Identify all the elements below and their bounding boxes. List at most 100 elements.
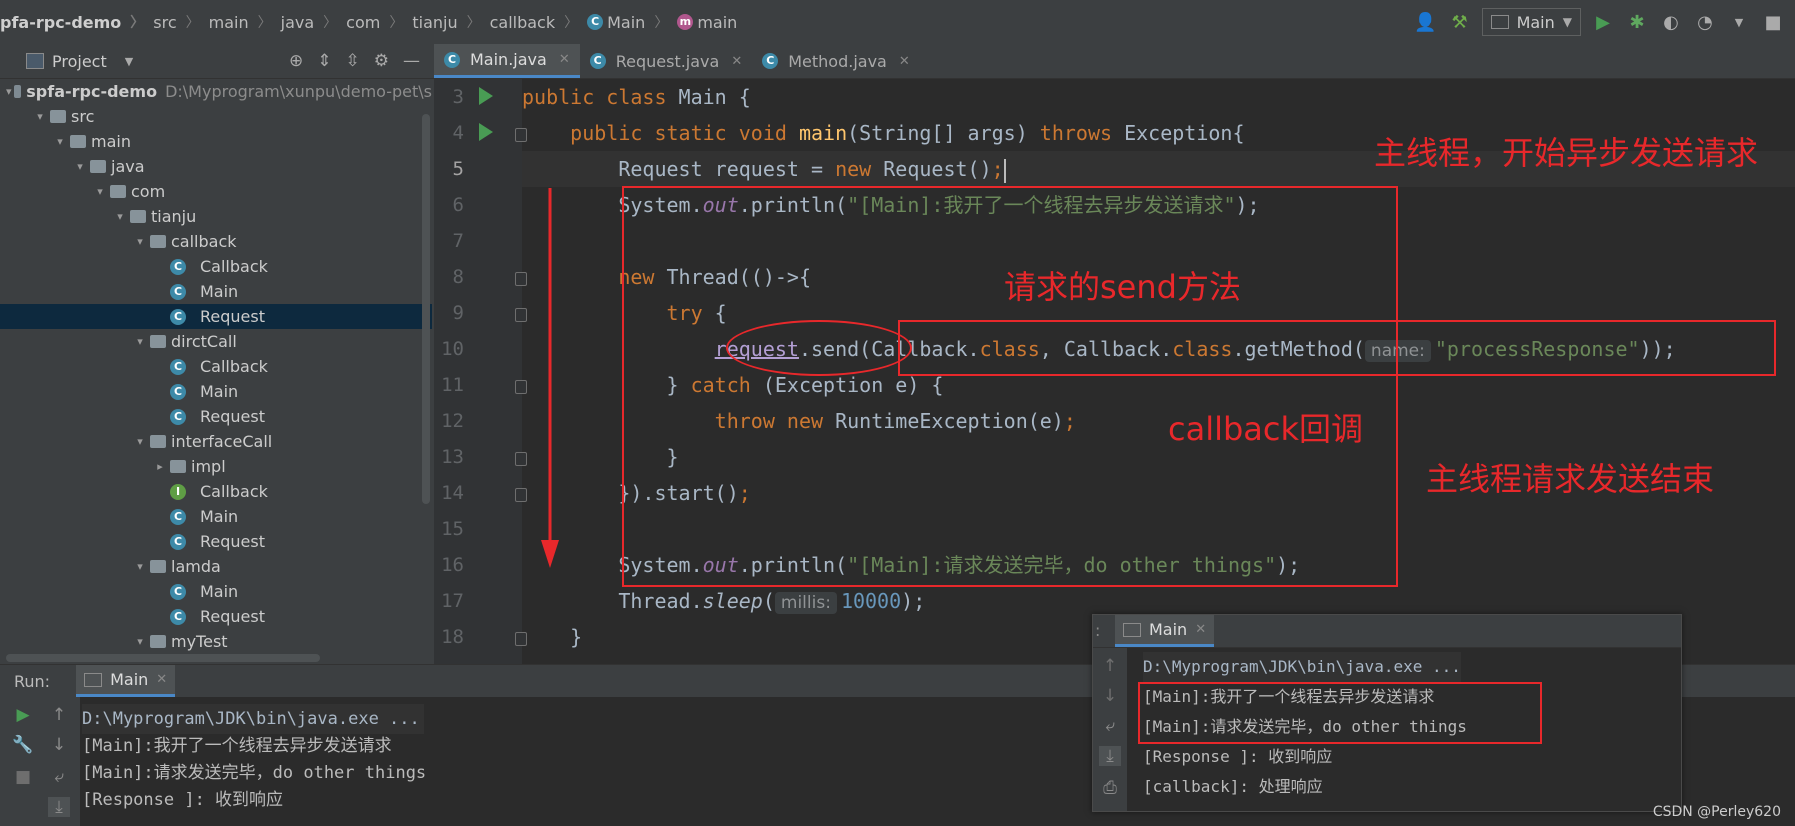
chevron-down-icon[interactable]: ▾: [32, 110, 48, 123]
tree-item-main[interactable]: C Main: [0, 279, 432, 304]
gear-icon[interactable]: ⚙: [374, 51, 389, 71]
breadcrumb-tianju[interactable]: tianju 〉: [412, 12, 489, 32]
breadcrumb-main[interactable]: main 〉: [209, 12, 281, 32]
chevron-down-icon[interactable]: ▾: [112, 210, 128, 223]
tree-item-mytest[interactable]: ▾ myTest: [0, 629, 432, 654]
project-view-selector[interactable]: Project ▼: [26, 52, 133, 71]
chevron-down-icon[interactable]: ▾: [72, 160, 88, 173]
chevron-down-icon[interactable]: ▾: [132, 435, 148, 448]
fold-marker-icon[interactable]: [515, 380, 527, 394]
class-icon: C: [587, 14, 604, 30]
tree-item-tianju[interactable]: ▾ tianju: [0, 204, 432, 229]
collapse-all-icon[interactable]: ⇳: [346, 51, 360, 71]
breadcrumb-method-main[interactable]: m main: [677, 13, 737, 32]
chevron-down-icon[interactable]: ▼: [1727, 16, 1751, 29]
tree-vertical-scrollbar[interactable]: [422, 114, 430, 504]
down-arrow-icon[interactable]: ↓: [48, 735, 70, 755]
tree-item-label: Main: [200, 582, 239, 601]
tree-item-impl[interactable]: ▸ impl: [0, 454, 432, 479]
editor-tabs: C Main.java ✕ C Request.java ✕ C Method.java ✕: [434, 44, 1795, 79]
chevron-down-icon[interactable]: ▾: [92, 185, 108, 198]
run-tab-main[interactable]: Main ✕: [76, 665, 176, 697]
popup-tab-main[interactable]: Main ✕: [1115, 615, 1215, 647]
tree-item-callback[interactable]: I Callback: [0, 479, 432, 504]
tree-item-request[interactable]: C Request: [0, 304, 432, 329]
chevron-down-icon[interactable]: ▾: [132, 560, 148, 573]
up-arrow-icon[interactable]: ↑: [1099, 656, 1121, 676]
editor-tab-method-java[interactable]: C Method.java ✕: [752, 44, 920, 78]
breadcrumb-project[interactable]: pfa-rpc-demo 〉: [0, 12, 153, 32]
tree-item-main[interactable]: ▾ main: [0, 129, 432, 154]
down-arrow-icon[interactable]: ↓: [1099, 686, 1121, 706]
run-icon[interactable]: ▶: [1591, 12, 1615, 33]
class-icon: C: [170, 383, 186, 400]
minimize-icon[interactable]: —: [403, 51, 420, 71]
build-hammer-icon[interactable]: ⚒: [1448, 12, 1472, 33]
close-icon[interactable]: ✕: [559, 52, 570, 67]
editor-tab-main-java[interactable]: C Main.java ✕: [434, 44, 580, 78]
profile-icon[interactable]: ◔: [1693, 12, 1717, 33]
breadcrumb-java[interactable]: java 〉: [281, 12, 347, 32]
fold-marker-icon[interactable]: [515, 308, 527, 322]
tree-item-main[interactable]: C Main: [0, 379, 432, 404]
tree-item-main[interactable]: C Main: [0, 579, 432, 604]
scroll-to-end-icon[interactable]: ⤓: [48, 797, 70, 817]
tree-horizontal-scrollbar[interactable]: [6, 654, 320, 662]
coverage-icon[interactable]: ◐: [1659, 12, 1683, 33]
breadcrumb-callback[interactable]: callback 〉: [490, 12, 588, 32]
popup-menu-dots[interactable]: :: [1095, 621, 1100, 640]
chevron-down-icon[interactable]: ▾: [132, 235, 148, 248]
close-icon[interactable]: ✕: [1195, 622, 1206, 637]
expand-all-icon[interactable]: ⇕: [317, 51, 331, 71]
tree-item-interfacecall[interactable]: ▾ interfaceCall: [0, 429, 432, 454]
tree-item-callback[interactable]: C Callback: [0, 354, 432, 379]
print-icon[interactable]: ⎙: [1099, 778, 1121, 798]
stop-icon[interactable]: ■: [1761, 12, 1785, 33]
tree-item-request[interactable]: C Request: [0, 404, 432, 429]
rerun-icon[interactable]: ▶: [12, 705, 34, 725]
tree-item-com[interactable]: ▾ com: [0, 179, 432, 204]
chevron-down-icon[interactable]: ▾: [132, 335, 148, 348]
user-icon[interactable]: 👤: [1414, 12, 1438, 33]
tree-item-java[interactable]: ▾ java: [0, 154, 432, 179]
soft-wrap-icon[interactable]: ⤶: [48, 767, 70, 787]
tree-item-callback[interactable]: ▾ callback: [0, 229, 432, 254]
up-arrow-icon[interactable]: ↑: [48, 705, 70, 725]
chevron-down-icon[interactable]: ▾: [52, 135, 68, 148]
tree-item-dirctcall[interactable]: ▾ dirctCall: [0, 329, 432, 354]
wrench-icon[interactable]: 🔧: [12, 735, 34, 755]
close-icon[interactable]: ✕: [899, 54, 910, 69]
stop-icon[interactable]: ■: [12, 767, 34, 787]
chevron-down-icon[interactable]: ▾: [5, 85, 12, 98]
tree-item-lamda[interactable]: ▾ lamda: [0, 554, 432, 579]
chevron-right-icon[interactable]: ▸: [152, 460, 168, 473]
breadcrumb-com[interactable]: com 〉: [346, 12, 412, 32]
breadcrumb-label: tianju: [412, 12, 458, 32]
close-icon[interactable]: ✕: [156, 672, 167, 687]
tree-root[interactable]: ▾ spfa-rpc-demo D:\Myprogram\xunpu\demo-…: [0, 79, 432, 104]
soft-wrap-icon[interactable]: ⤶: [1099, 716, 1121, 736]
run-configuration-select[interactable]: Main ▼: [1481, 8, 1581, 36]
fold-marker-icon[interactable]: [515, 488, 527, 502]
chevron-right-icon: 〉: [389, 15, 404, 31]
fold-marker-icon[interactable]: [515, 452, 527, 466]
debug-icon[interactable]: ✱: [1625, 12, 1649, 33]
tree-item-src[interactable]: ▾ src: [0, 104, 432, 129]
run-gutter-icon[interactable]: [479, 123, 493, 141]
close-icon[interactable]: ✕: [731, 54, 742, 69]
chevron-down-icon[interactable]: ▾: [132, 635, 148, 648]
fold-marker-icon[interactable]: [515, 272, 527, 286]
editor-tab-request-java[interactable]: C Request.java ✕: [580, 44, 753, 78]
scroll-to-end-icon[interactable]: ⤓: [1099, 746, 1121, 766]
breadcrumb-class-main[interactable]: C Main 〉: [587, 12, 677, 32]
tree-item-request[interactable]: C Request: [0, 529, 432, 554]
breadcrumb-src[interactable]: src 〉: [153, 12, 208, 32]
fold-marker-icon[interactable]: [515, 128, 527, 142]
tree-item-callback[interactable]: C Callback: [0, 254, 432, 279]
locate-icon[interactable]: ⊕: [289, 51, 303, 71]
fold-marker-icon[interactable]: [515, 632, 527, 646]
run-gutter-icon[interactable]: [479, 87, 493, 105]
tree-root-label: spfa-rpc-demo: [26, 82, 158, 101]
tree-item-request[interactable]: C Request: [0, 604, 432, 629]
tree-item-main[interactable]: C Main: [0, 504, 432, 529]
